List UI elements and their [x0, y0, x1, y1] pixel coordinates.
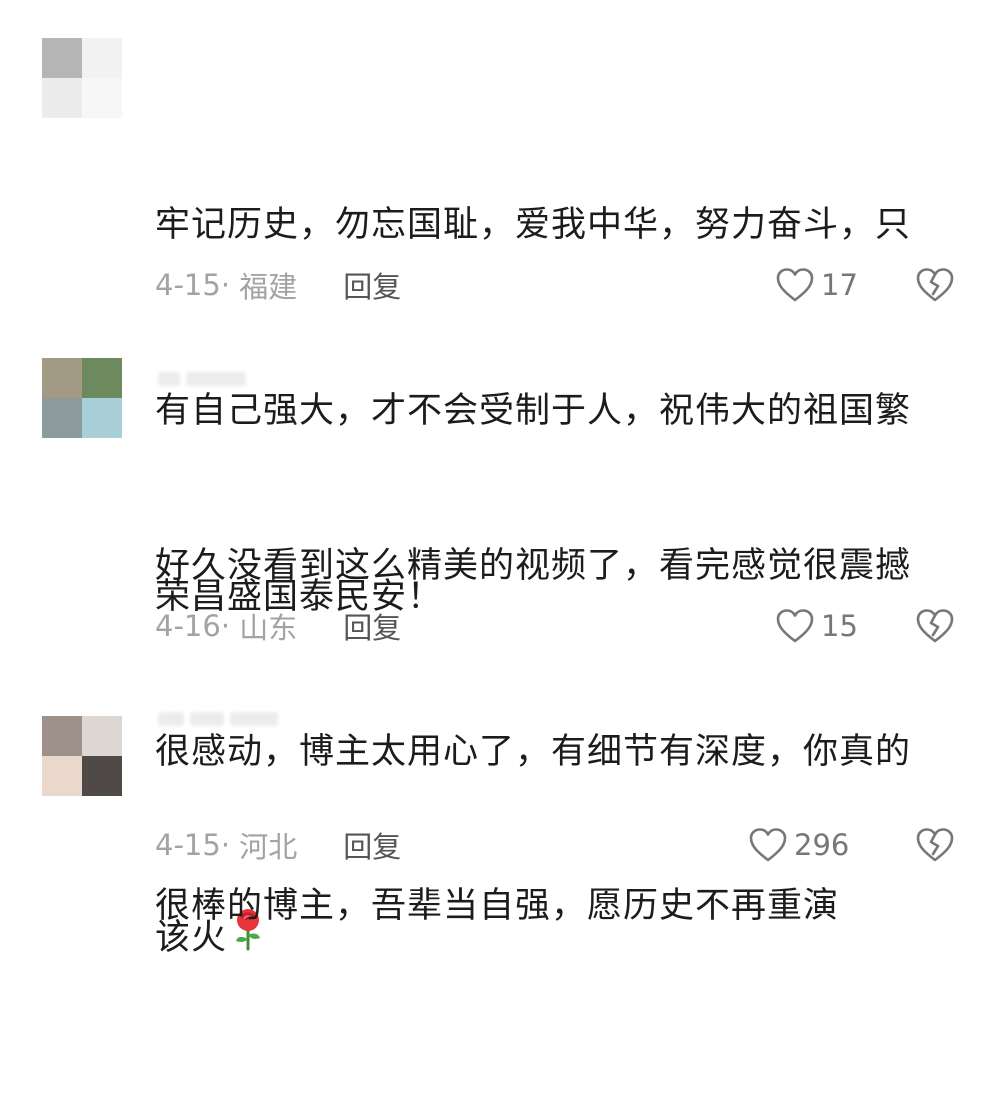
username-blur [158, 372, 180, 386]
reply-button[interactable]: 回复 [343, 264, 401, 306]
avatar-pixel [82, 756, 122, 796]
like-button[interactable]: 15 [775, 606, 858, 646]
comment-meta: 4-15 · 河北 回复 [155, 825, 401, 865]
avatar[interactable] [42, 358, 122, 438]
heart-outline-icon [749, 828, 787, 862]
like-button[interactable]: 296 [748, 825, 849, 865]
comment-location: 福建 [239, 270, 298, 304]
avatar-pixel [42, 716, 82, 756]
broken-heart-icon [916, 268, 954, 302]
like-count: 15 [821, 609, 858, 643]
avatar-pixel [82, 38, 122, 78]
comment-text: 很棒的博主，吾辈当自强，愿历史不再重演 [155, 751, 955, 1061]
comment-location: 山东 [239, 611, 298, 645]
dislike-button[interactable] [915, 606, 955, 646]
avatar-pixel [42, 398, 82, 438]
avatar-pixel [82, 78, 122, 118]
username-blur [230, 712, 278, 726]
avatar-pixel [82, 398, 122, 438]
like-button[interactable]: 17 [775, 265, 858, 305]
comment-meta: 4-16 · 山东 回复 [155, 606, 401, 646]
avatar[interactable] [42, 716, 122, 796]
heart-outline-icon [776, 609, 814, 643]
comment-date: 4-16 [155, 609, 221, 643]
username-blur [186, 372, 246, 386]
username-blurred[interactable] [158, 712, 278, 726]
like-count: 17 [821, 268, 858, 302]
heart-outline-icon [776, 268, 814, 302]
broken-heart-icon [916, 609, 954, 643]
avatar-pixel [82, 358, 122, 398]
username-blur [190, 712, 224, 726]
avatar-pixel [42, 38, 82, 78]
avatar[interactable] [42, 38, 122, 118]
dislike-button[interactable] [915, 265, 955, 305]
comment-date: 4-15 [155, 268, 221, 302]
username-blurred[interactable] [158, 372, 246, 386]
avatar-pixel [42, 78, 82, 118]
avatar-pixel [82, 716, 122, 756]
like-count: 296 [794, 828, 850, 862]
username-blur [158, 712, 184, 726]
reply-button[interactable]: 回复 [343, 824, 401, 866]
avatar-pixel [42, 756, 82, 796]
dislike-button[interactable] [915, 825, 955, 865]
comment-date: 4-15 [155, 828, 221, 862]
avatar-pixel [42, 358, 82, 398]
comment-line: 好久没看到这么精美的视频了，看完感觉很震撼 [155, 546, 912, 586]
meta-separator: · [220, 828, 240, 862]
comment-location: 河北 [239, 830, 298, 864]
reply-button[interactable]: 回复 [343, 605, 401, 647]
comment-line: 牢记历史，勿忘国耻，爱我中华，努力奋斗，只 [155, 205, 912, 245]
comment-line: 很棒的博主，吾辈当自强，愿历史不再重演 [155, 886, 840, 926]
meta-separator: · [220, 609, 240, 643]
meta-separator: · [220, 268, 240, 302]
broken-heart-icon [916, 828, 954, 862]
comment-meta: 4-15 · 福建 回复 [155, 265, 401, 305]
